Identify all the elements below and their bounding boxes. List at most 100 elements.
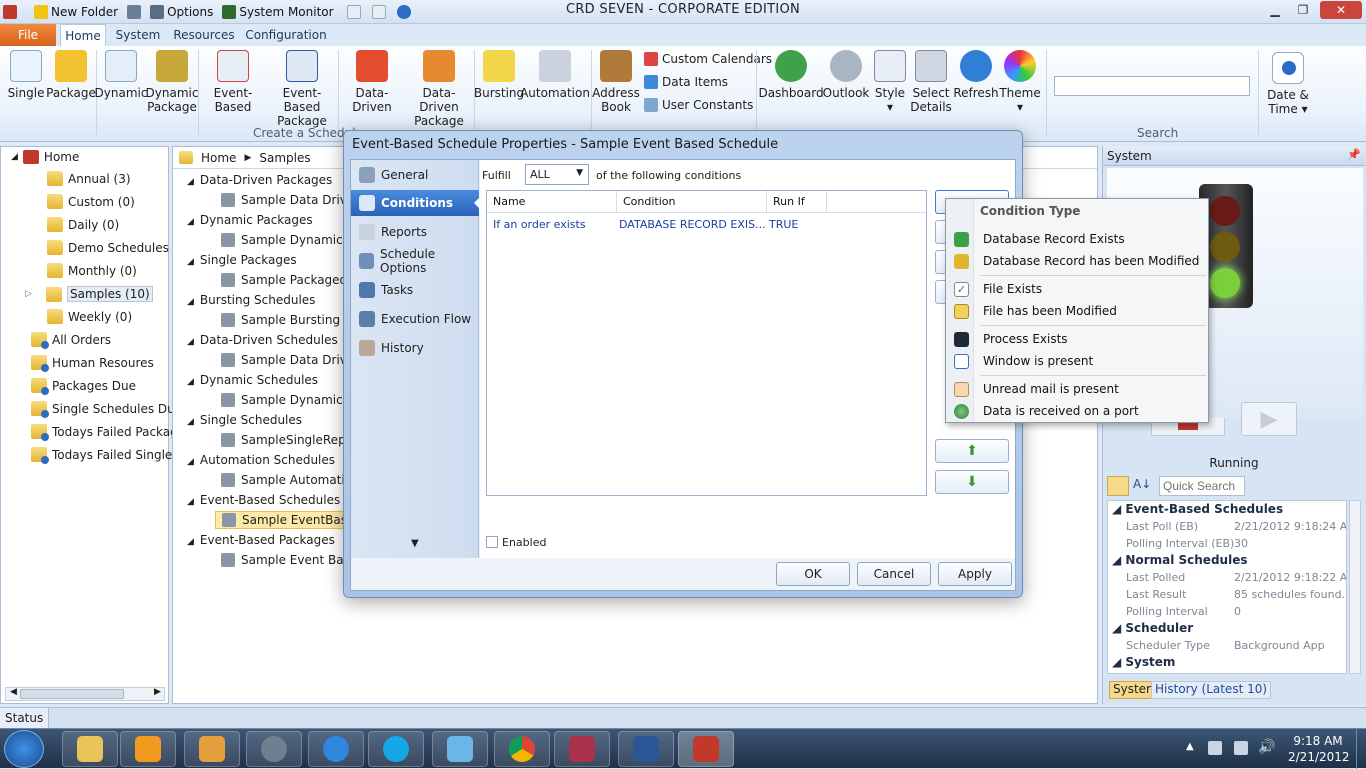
collapse-arrow-icon[interactable]: ◢ [11,152,18,162]
property-grid-scrollbar[interactable] [1349,500,1361,674]
taskbar-ie[interactable] [308,731,364,767]
refresh-button[interactable]: Refresh [953,50,999,100]
scrollbar-thumb[interactable] [20,689,124,699]
new-folder-button[interactable]: New Folder [51,5,118,19]
tab-home[interactable]: Home [60,24,106,46]
fulfill-select[interactable]: ALL ▼ [525,164,589,185]
document-icon[interactable] [346,4,361,19]
menu-item-database-record-exists[interactable]: Database Record Exists [950,228,1206,250]
style-button[interactable]: Style ▾ [872,50,908,114]
date-time-button[interactable]: Date & Time ▾ [1266,52,1310,116]
volume-icon[interactable]: 🔊 [1258,739,1275,755]
tray-network-icon[interactable] [1234,741,1248,755]
enabled-checkbox[interactable] [486,536,498,548]
nav-reports[interactable]: Reports [351,219,479,245]
tree-folder[interactable]: Annual (3) [47,171,131,186]
data-driven-package-button[interactable]: Data-Driven Package [406,50,472,128]
column-run-if[interactable]: Run If [767,191,827,213]
nav-execution-flow[interactable]: Execution Flow [351,306,479,332]
nav-scroll-down-icon[interactable]: ▼ [411,538,419,549]
info-icon[interactable] [371,4,386,19]
event-based-button[interactable]: Event-Based [200,50,266,114]
tray-device-icon[interactable] [1208,741,1222,755]
scroll-left-icon[interactable]: ◀ [10,687,17,697]
app-logo-icon[interactable] [3,4,17,19]
custom-calendars-button[interactable]: Custom Calendars [644,52,772,66]
list-group-header[interactable]: ◢ Event-Based Packages [187,533,335,547]
breadcrumb-home[interactable]: Home [201,151,236,165]
event-based-package-button[interactable]: Event-Based Package [268,50,336,128]
outlook-button[interactable]: Outlook [823,50,869,100]
taskbar-app[interactable] [432,731,488,767]
list-group-header[interactable]: ◢ Data-Driven Schedules [187,333,338,347]
taskbar-access[interactable] [554,731,610,767]
tab-system[interactable]: System [112,24,164,46]
dynamic-package-button[interactable]: Dynamic Package [146,50,198,114]
nav-schedule-options[interactable]: Schedule Options [351,247,479,275]
list-group-header[interactable]: ◢ Event-Based Schedules [187,493,340,507]
dashboard-button[interactable]: Dashboard [758,50,824,100]
tree-folder[interactable]: Demo Schedules (0) [47,240,190,255]
property-value[interactable]: 2/21/2012 9:18:24 AM [1234,520,1346,533]
taskbar-word[interactable] [618,731,674,767]
options-button[interactable]: Options [167,5,213,19]
user-constants-button[interactable]: User Constants [644,98,753,112]
menu-item-window-present[interactable]: Window is present [950,350,1206,372]
show-desktop-button[interactable] [1356,729,1366,769]
tab-resources[interactable]: Resources [170,24,238,46]
quick-search-input[interactable] [1159,476,1245,496]
move-down-button[interactable]: ⬇ [935,470,1009,494]
condition-name-cell[interactable]: If an order exists [493,218,586,231]
show-hidden-icons[interactable]: ▲ [1186,741,1194,752]
tree-smart-folder[interactable]: All Orders [31,332,111,349]
nav-history[interactable]: History [351,335,479,361]
menu-item-file-modified[interactable]: File has been Modified [950,300,1206,322]
nav-tasks[interactable]: Tasks [351,277,479,303]
condition-runif-cell[interactable]: TRUE [769,218,798,231]
list-group-header[interactable]: ◢ Single Schedules [187,413,302,427]
tree-folder[interactable]: Daily (0) [47,217,119,232]
sort-alpha-icon[interactable]: A↓ [1133,477,1151,491]
tree-horizontal-scrollbar[interactable]: ◀ ▶ [5,687,165,701]
cancel-button[interactable]: Cancel [857,562,931,586]
taskbar-clock[interactable]: 9:18 AM 2/21/2012 [1288,733,1350,765]
list-group-header[interactable]: ◢ Data-Driven Packages [187,173,332,187]
list-group-header[interactable]: ◢ Single Packages [187,253,297,267]
tree-smart-folder[interactable]: Todays Failed Single Sc [31,447,190,464]
property-value[interactable]: 0 [1234,605,1241,618]
move-up-button[interactable]: ⬆ [935,439,1009,463]
list-group-header[interactable]: ◢ Bursting Schedules [187,293,315,307]
maximize-button[interactable]: ❐ [1290,1,1316,19]
menu-item-data-on-port[interactable]: Data is received on a port [950,400,1206,422]
column-condition[interactable]: Condition [617,191,767,213]
expand-arrow-icon[interactable]: ▷ [25,289,41,299]
menu-item-unread-mail[interactable]: Unread mail is present [950,378,1206,400]
taskbar-explorer[interactable] [62,731,118,767]
tab-file[interactable]: File [0,24,56,46]
condition-type-cell[interactable]: DATABASE RECORD EXIS... [619,218,766,231]
close-button[interactable]: ✕ [1320,1,1362,19]
tree-smart-folder[interactable]: Packages Due [31,378,136,395]
tree-smart-folder[interactable]: Single Schedules Due [31,401,182,418]
tree-folder-selected[interactable]: ▷ Samples (10) [25,286,153,302]
apply-button[interactable]: Apply [938,562,1012,586]
categorized-view-icon[interactable] [1107,476,1129,496]
automation-button[interactable]: Automation [520,50,590,100]
bursting-button[interactable]: Bursting [474,50,524,100]
search-input[interactable] [1054,76,1250,96]
taskbar-crd[interactable] [678,731,734,767]
property-value[interactable]: 2/21/2012 9:18:22 AM [1234,571,1346,584]
list-item[interactable]: SampleSingleReport [221,433,363,447]
folder-tools-icon[interactable] [127,4,142,19]
tree-smart-folder[interactable]: Human Resoures [31,355,154,372]
select-details-button[interactable]: Select Details [910,50,952,114]
menu-item-process-exists[interactable]: Process Exists [950,328,1206,350]
property-section[interactable]: ◢ Normal Schedules [1112,553,1247,567]
pin-icon[interactable]: 📌 [1347,148,1361,161]
property-value[interactable]: 30 [1234,537,1248,550]
property-value[interactable]: Background App [1234,639,1325,652]
single-button[interactable]: Single [8,50,44,100]
scroll-right-icon[interactable]: ▶ [154,687,161,697]
tab-configuration[interactable]: Configuration [245,24,326,46]
minimize-button[interactable]: ▁ [1262,1,1288,19]
